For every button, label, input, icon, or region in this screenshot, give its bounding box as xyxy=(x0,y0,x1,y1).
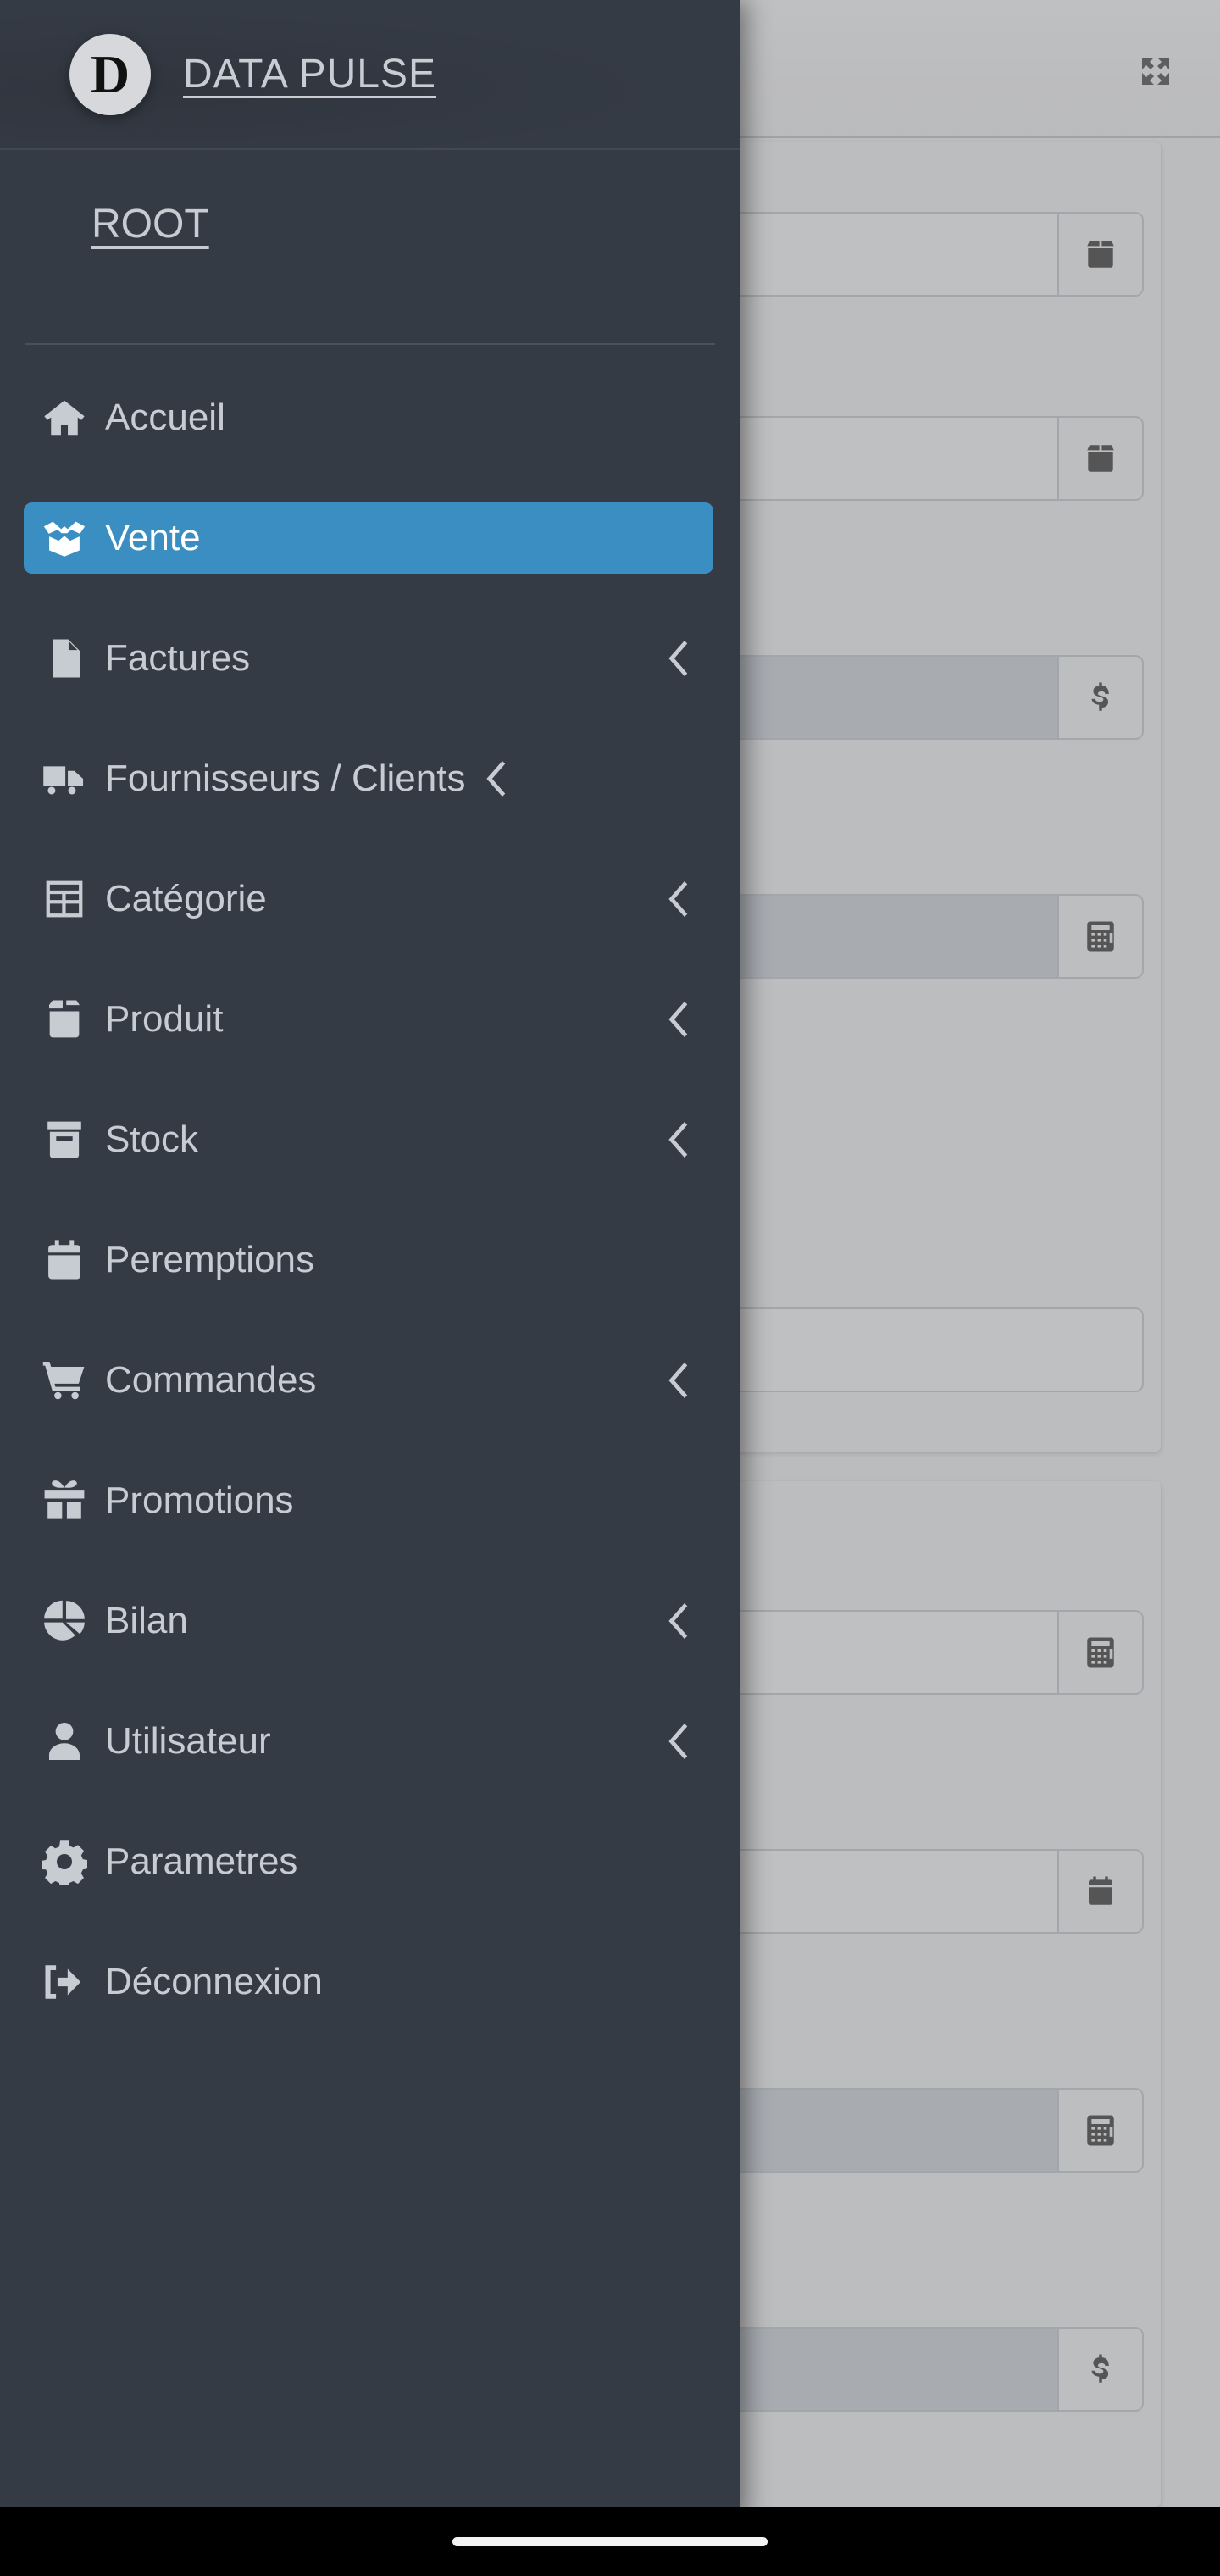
sidebar-brand-header[interactable]: D DATA PULSE xyxy=(0,0,740,150)
sidebar-item-label: Produit xyxy=(105,998,223,1041)
chevron-left-icon[interactable] xyxy=(661,640,698,677)
truck-icon xyxy=(24,756,105,802)
sidebar-item-vente[interactable]: Vente xyxy=(24,502,713,574)
cart-icon xyxy=(24,1357,105,1403)
sidebar-item-produit[interactable]: Produit xyxy=(24,984,713,1055)
sidebar-item-label: Catégorie xyxy=(105,878,267,920)
sidebar-item-label: Vente xyxy=(105,517,201,559)
sidebar-divider xyxy=(25,343,715,345)
sidebar-item-accueil[interactable]: Accueil xyxy=(24,382,713,453)
sidebar-item-deconnexion[interactable]: Déconnexion xyxy=(24,1946,713,2018)
sidebar-item-parametres[interactable]: Parametres xyxy=(24,1826,713,1897)
app-root: e xyxy=(0,0,1220,2576)
sidebar-item-label: Déconnexion xyxy=(105,1961,323,2003)
sidebar-drawer: D DATA PULSE ROOT Accueil Vente xyxy=(0,0,740,2521)
gear-icon xyxy=(24,1839,105,1885)
brand-avatar-circle: D xyxy=(69,34,151,115)
sidebar-item-label: Utilisateur xyxy=(105,1720,271,1763)
sidebar-item-label: Accueil xyxy=(105,397,225,439)
sidebar-item-utilisateur[interactable]: Utilisateur xyxy=(24,1706,713,1777)
home-icon xyxy=(24,395,105,441)
sidebar-item-label: Peremptions xyxy=(105,1239,314,1281)
user-icon xyxy=(24,1718,105,1764)
sidebar-menu: Accueil Vente Factures xyxy=(0,345,740,2018)
sign-out-icon xyxy=(24,1959,105,2005)
brand-logo-letter: D xyxy=(91,47,130,102)
calendar-icon xyxy=(24,1237,105,1283)
sidebar-item-fournisseurs[interactable]: Fournisseurs / Clients xyxy=(24,743,713,814)
chevron-left-icon[interactable] xyxy=(661,1362,698,1399)
sidebar-item-label: Promotions xyxy=(105,1480,294,1522)
sidebar-item-factures[interactable]: Factures xyxy=(24,623,713,694)
sidebar-item-label: Bilan xyxy=(105,1600,188,1642)
home-indicator-bar[interactable] xyxy=(452,2537,768,2546)
sidebar-item-commandes[interactable]: Commandes xyxy=(24,1345,713,1416)
sidebar-user-block: ROOT xyxy=(0,150,740,345)
sidebar-item-promotions[interactable]: Promotions xyxy=(24,1465,713,1536)
sidebar-item-categorie[interactable]: Catégorie xyxy=(24,863,713,935)
chevron-left-icon[interactable] xyxy=(479,760,516,797)
sidebar-item-label: Parametres xyxy=(105,1840,297,1883)
box-icon xyxy=(24,997,105,1042)
sidebar-item-label: Commandes xyxy=(105,1359,316,1402)
sidebar-username[interactable]: ROOT xyxy=(92,201,209,247)
grid-table-icon xyxy=(24,876,105,922)
chevron-left-icon[interactable] xyxy=(661,1602,698,1640)
chevron-left-icon[interactable] xyxy=(661,1121,698,1158)
sidebar-item-label: Stock xyxy=(105,1119,198,1161)
sidebar-item-label: Fournisseurs / Clients xyxy=(105,758,465,800)
archive-icon xyxy=(24,1117,105,1163)
gift-icon xyxy=(24,1478,105,1524)
chevron-left-icon[interactable] xyxy=(661,1723,698,1760)
document-icon xyxy=(24,636,105,681)
chevron-left-icon[interactable] xyxy=(661,1001,698,1038)
open-box-icon xyxy=(24,514,105,563)
sidebar-item-stock[interactable]: Stock xyxy=(24,1104,713,1175)
sidebar-item-bilan[interactable]: Bilan xyxy=(24,1585,713,1657)
brand-title: DATA PULSE xyxy=(183,51,436,97)
chevron-left-icon[interactable] xyxy=(661,880,698,918)
pie-chart-icon xyxy=(24,1598,105,1644)
sidebar-item-label: Factures xyxy=(105,637,250,680)
sidebar-item-peremptions[interactable]: Peremptions xyxy=(24,1224,713,1296)
system-navigation-bar xyxy=(0,2507,1220,2576)
